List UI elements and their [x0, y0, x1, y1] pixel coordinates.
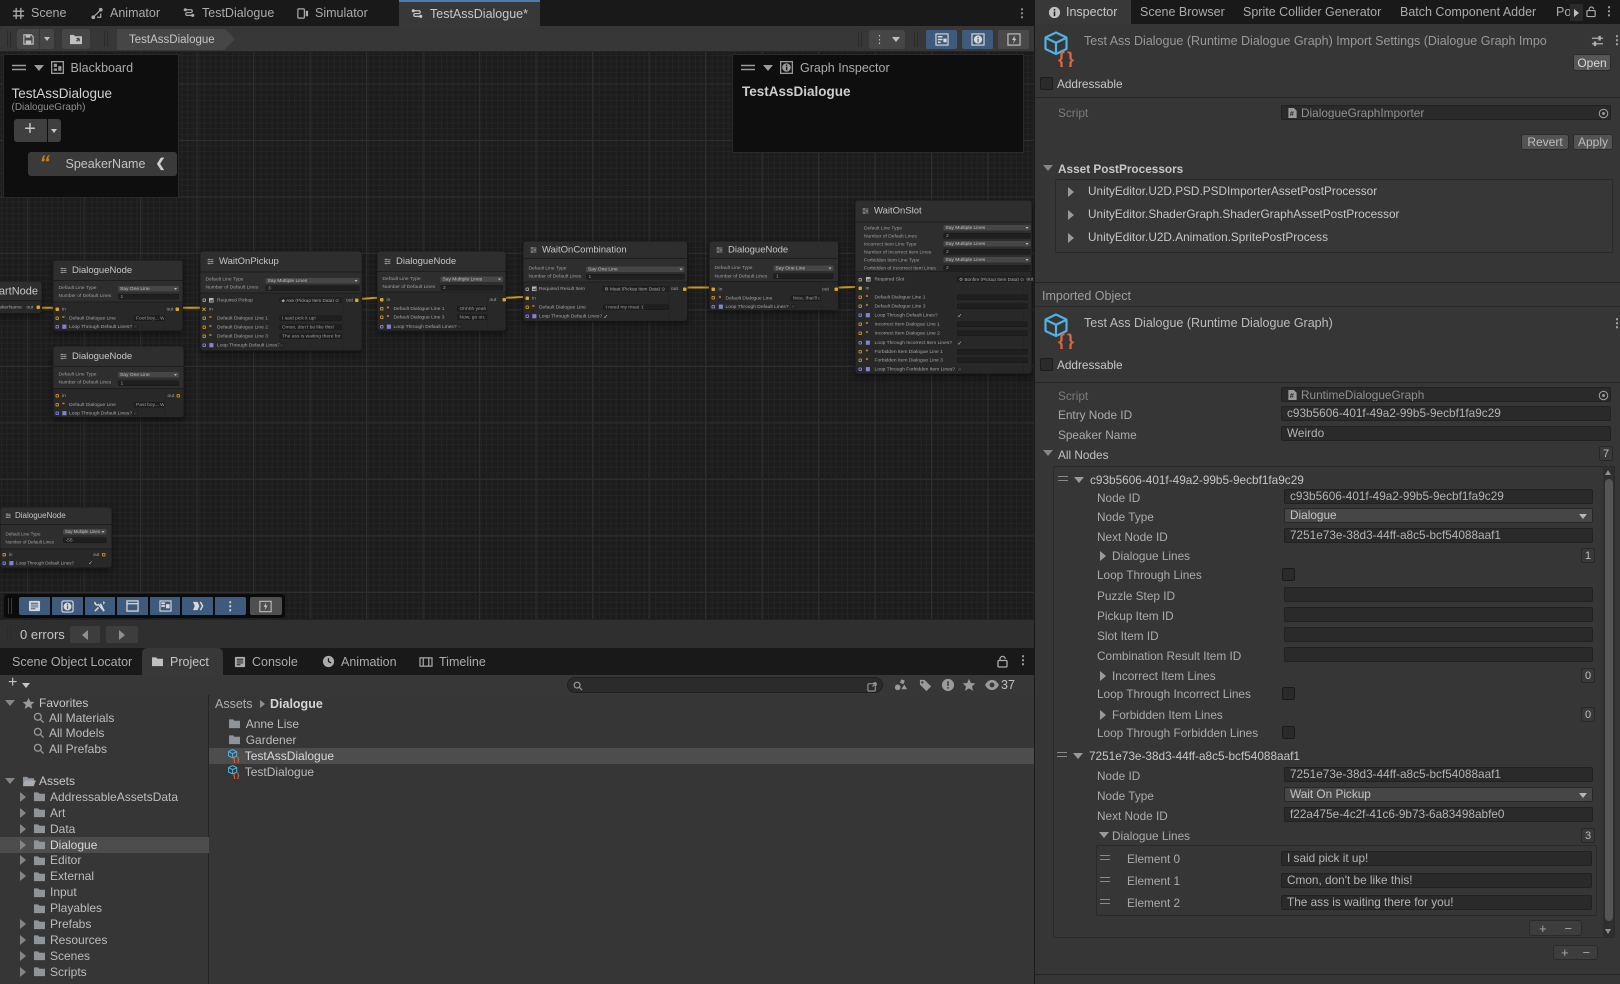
svg-text:{}: {} — [233, 755, 240, 763]
svg-text:{}: {} — [1058, 331, 1075, 349]
svg-text:#: # — [1290, 391, 1294, 400]
svg-text:{}: {} — [1058, 49, 1075, 67]
svg-text:{}: {} — [233, 771, 240, 779]
svg-text:#: # — [1290, 109, 1294, 118]
